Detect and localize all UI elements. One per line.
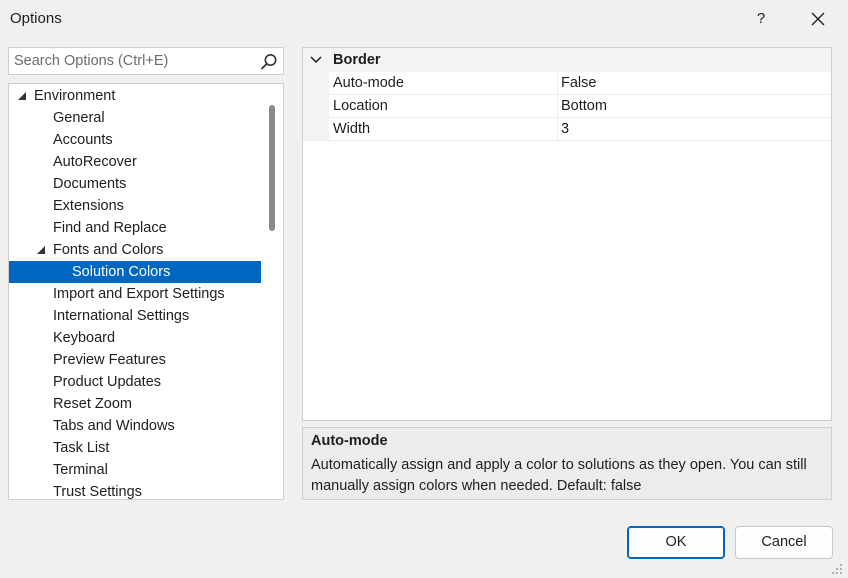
tree-item-label: Documents <box>53 176 127 192</box>
tree-item-reset-zoom[interactable]: Reset Zoom <box>9 393 261 415</box>
description-panel: Auto-mode Automatically assign and apply… <box>302 427 832 500</box>
close-icon <box>811 12 825 26</box>
chevron-down-icon[interactable] <box>309 54 323 66</box>
description-text: Automatically assign and apply a color t… <box>311 457 807 494</box>
tree-item-extensions[interactable]: Extensions <box>9 195 261 217</box>
category-row-border[interactable]: Border <box>303 48 831 72</box>
tree-item-label: International Settings <box>53 308 190 324</box>
property-value[interactable]: False <box>561 72 596 95</box>
help-button[interactable]: ? <box>748 6 774 32</box>
title-bar: Options ? <box>0 0 848 38</box>
property-value[interactable]: Bottom <box>561 95 607 118</box>
tree-item-product-updates[interactable]: Product Updates <box>9 371 261 393</box>
search-box <box>8 47 284 75</box>
tree-item-label: Import and Export Settings <box>53 286 225 302</box>
tree-item-label: Extensions <box>53 198 124 214</box>
tree-item-label: Product Updates <box>53 374 162 390</box>
tree-item-label: General <box>53 110 105 126</box>
tree-item-label: Keyboard <box>53 330 116 346</box>
property-name: Width <box>333 121 371 137</box>
tree-item-fonts-and-colors[interactable]: Fonts and Colors <box>9 239 261 261</box>
close-button[interactable] <box>805 6 831 32</box>
tree-item-environment[interactable]: Environment <box>9 85 261 107</box>
tree-item-label: Trust Settings <box>53 484 142 500</box>
expanded-arrow-icon[interactable] <box>36 239 46 261</box>
grid-gutter <box>303 72 329 141</box>
property-name: Location <box>333 98 388 114</box>
tree-item-terminal[interactable]: Terminal <box>9 459 261 481</box>
tree-item-trust-settings[interactable]: Trust Settings <box>9 481 261 500</box>
tree-item-find-and-replace[interactable]: Find and Replace <box>9 217 261 239</box>
tree-item-documents[interactable]: Documents <box>9 173 261 195</box>
property-value[interactable]: 3 <box>561 118 569 141</box>
tree-item-label: Reset Zoom <box>53 396 132 412</box>
tree-item-label: Fonts and Colors <box>53 242 164 258</box>
category-label: Border <box>333 52 381 68</box>
tree-item-autorecover[interactable]: AutoRecover <box>9 151 261 173</box>
resize-grip-icon[interactable] <box>830 562 844 576</box>
property-row-width[interactable]: Width 3 <box>329 118 831 141</box>
tree-item-general[interactable]: General <box>9 107 261 129</box>
tree-item-international-settings[interactable]: International Settings <box>9 305 261 327</box>
column-divider[interactable] <box>557 72 558 141</box>
tree-item-tabs-and-windows[interactable]: Tabs and Windows <box>9 415 261 437</box>
property-row-location[interactable]: Location Bottom <box>329 95 831 118</box>
tree-item-label: Task List <box>53 440 110 456</box>
property-name: Auto-mode <box>333 75 404 91</box>
tree-item-label: Environment <box>34 88 116 104</box>
tree-item-import-and-export-settings[interactable]: Import and Export Settings <box>9 283 261 305</box>
tree-item-label: Terminal <box>53 462 108 478</box>
search-input[interactable] <box>9 48 257 74</box>
tree-item-keyboard[interactable]: Keyboard <box>9 327 261 349</box>
window-title: Options <box>10 10 62 27</box>
property-grid: Border Auto-mode False Location Bottom W… <box>302 47 832 421</box>
expanded-arrow-icon[interactable] <box>17 85 27 107</box>
tree-item-label: Accounts <box>53 132 113 148</box>
cancel-button[interactable]: Cancel <box>735 526 833 559</box>
tree-item-preview-features[interactable]: Preview Features <box>9 349 261 371</box>
tree-item-label: AutoRecover <box>53 154 137 170</box>
tree-item-label: Preview Features <box>53 352 166 368</box>
property-row-auto-mode[interactable]: Auto-mode False <box>329 72 831 95</box>
tree-item-task-list[interactable]: Task List <box>9 437 261 459</box>
tree-item-accounts[interactable]: Accounts <box>9 129 261 151</box>
ok-button[interactable]: OK <box>627 526 725 559</box>
tree-scrollbar-thumb[interactable] <box>269 105 275 231</box>
tree-item-label: Tabs and Windows <box>53 418 175 434</box>
search-icon[interactable] <box>259 52 279 72</box>
tree-item-label: Solution Colors <box>72 264 171 280</box>
tree-item-label: Find and Replace <box>53 220 167 236</box>
tree-item-solution-colors[interactable]: Solution Colors <box>9 261 261 283</box>
description-title: Auto-mode <box>311 433 388 449</box>
options-tree: Environment General Accounts AutoRecover… <box>8 83 284 500</box>
